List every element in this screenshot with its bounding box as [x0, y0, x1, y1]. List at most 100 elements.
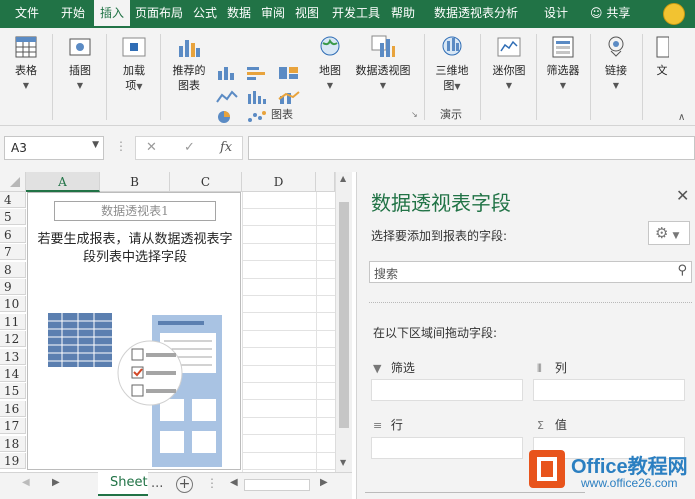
sparklines-button[interactable]: 迷你图 ▼: [486, 34, 532, 93]
map3d-label-2: 图: [443, 79, 455, 92]
tab-pivot-analyze[interactable]: 数据透视表分析: [428, 0, 524, 28]
row-header[interactable]: 7: [0, 244, 26, 261]
column-header-b[interactable]: B: [100, 172, 170, 192]
insert-function-icon[interactable]: fx: [220, 140, 232, 155]
prev-sheet-icon[interactable]: ◀: [22, 477, 30, 488]
column-header-d[interactable]: D: [242, 172, 316, 192]
name-box[interactable]: A3 ▼: [4, 136, 104, 160]
row-header[interactable]: 19: [0, 453, 26, 469]
line-chart-icon[interactable]: [216, 90, 238, 104]
map3d-button[interactable]: 三维地 图▼: [430, 34, 474, 94]
select-all-corner[interactable]: [0, 172, 26, 192]
field-list[interactable]: [369, 302, 692, 303]
column-chart-icon[interactable]: [216, 66, 238, 80]
row-header[interactable]: 16: [0, 400, 26, 417]
values-area-label: Σ 值: [537, 416, 567, 433]
filters-drop-area[interactable]: [371, 379, 523, 401]
tab-help[interactable]: 帮助: [386, 0, 420, 28]
statistic-chart-icon[interactable]: [246, 90, 268, 104]
rows-area-label: ≡ 行: [373, 416, 403, 433]
add-sheet-icon[interactable]: +: [176, 476, 193, 493]
formula-input[interactable]: [248, 136, 695, 160]
search-input[interactable]: 搜索 ⚲: [369, 261, 692, 283]
cancel-icon[interactable]: ✕: [146, 140, 157, 155]
illustrations-button[interactable]: 插图 ▼: [60, 34, 100, 93]
filters-button[interactable]: 筛选器 ▼: [542, 34, 584, 93]
scatter-chart-icon[interactable]: [246, 110, 268, 124]
map3d-icon: [439, 34, 465, 60]
recommended-charts-button[interactable]: 推荐的 图表: [166, 34, 212, 93]
row-header[interactable]: 12: [0, 331, 26, 348]
row-header[interactable]: 10: [0, 296, 26, 313]
column-header-e[interactable]: [316, 172, 335, 192]
map-button[interactable]: 地图 ▼: [314, 34, 346, 93]
addins-button[interactable]: 加载 项▼: [114, 34, 154, 94]
columns-area-label: ⦀ 列: [537, 359, 567, 376]
columns-label: 列: [554, 361, 567, 375]
tab-design[interactable]: 设计: [536, 0, 576, 28]
row-header[interactable]: 14: [0, 366, 26, 382]
tab-review[interactable]: 审阅: [256, 0, 290, 28]
row-header[interactable]: 4: [0, 192, 26, 208]
row-header[interactable]: 13: [0, 348, 26, 365]
horizontal-scrollbar[interactable]: [244, 479, 310, 491]
columns-drop-area[interactable]: [533, 379, 685, 401]
slicer-icon: [550, 34, 576, 60]
pane-settings-button[interactable]: ⚙ ▼: [648, 221, 690, 245]
tab-page-layout[interactable]: 页面布局: [130, 0, 188, 28]
feedback-smiley-icon[interactable]: [663, 3, 685, 25]
confirm-icon[interactable]: ✓: [184, 140, 195, 155]
addins-label-1: 加载: [123, 64, 145, 77]
tab-home[interactable]: 开始: [54, 0, 92, 28]
collapse-ribbon-icon[interactable]: ∧: [678, 112, 685, 123]
row-header[interactable]: 9: [0, 279, 26, 295]
divider: [106, 34, 107, 120]
resize-handle-icon[interactable]: ⋮: [115, 139, 127, 153]
pivot-table-placeholder[interactable]: 数据透视表1 若要生成报表，请从数据透视表字段列表中选择字段: [27, 192, 241, 470]
tab-view[interactable]: 视图: [290, 0, 324, 28]
close-icon[interactable]: ✕: [676, 186, 689, 205]
row-header[interactable]: 6: [0, 226, 26, 243]
row-header[interactable]: 5: [0, 209, 26, 226]
search-icon[interactable]: ⚲: [677, 263, 687, 278]
tab-file[interactable]: 文件: [8, 0, 46, 28]
tab-developer[interactable]: 开发工具: [326, 0, 386, 28]
table-icon: [13, 34, 39, 60]
pivotchart-button[interactable]: 数据透视图 ▼: [350, 34, 416, 93]
scroll-up-icon[interactable]: ▲: [340, 174, 346, 183]
pie-chart-icon[interactable]: [216, 110, 238, 124]
dialog-launcher-icon[interactable]: ↘: [411, 110, 418, 119]
row-header[interactable]: 8: [0, 261, 26, 278]
row-header[interactable]: 17: [0, 418, 26, 435]
bar-chart-icon[interactable]: [246, 66, 268, 80]
row-header[interactable]: 18: [0, 435, 26, 452]
table-button[interactable]: 表格 ▼: [6, 34, 46, 93]
next-sheet-icon[interactable]: ▶: [52, 477, 60, 488]
tab-formulas[interactable]: 公式: [188, 0, 222, 28]
sheet-tab[interactable]: Sheet1: [98, 472, 148, 496]
filters-label: 筛选: [390, 361, 415, 375]
more-sheets[interactable]: ...: [151, 476, 163, 491]
hierarchy-chart-icon[interactable]: [278, 66, 300, 80]
gridline: [243, 399, 335, 401]
vertical-scrollbar[interactable]: ▲ ▼: [335, 172, 352, 472]
rows-drop-area[interactable]: [371, 437, 523, 459]
scroll-left-icon[interactable]: ◀: [230, 477, 238, 488]
text-button[interactable]: 文: [652, 34, 672, 78]
pivot-table-name: 数据透视表1: [54, 201, 216, 221]
row-header[interactable]: 15: [0, 383, 26, 400]
scroll-right-icon[interactable]: ▶: [320, 477, 328, 488]
row-header[interactable]: 11: [0, 313, 26, 330]
scroll-thumb[interactable]: [339, 202, 349, 428]
column-header-c[interactable]: C: [170, 172, 242, 192]
tab-data[interactable]: 数据: [222, 0, 256, 28]
column-header-a[interactable]: A: [26, 172, 100, 192]
tab-insert[interactable]: 插入: [94, 0, 130, 28]
link-button[interactable]: 链接 ▼: [596, 34, 636, 93]
scroll-down-icon[interactable]: ▼: [340, 458, 346, 467]
chevron-down-icon[interactable]: ▼: [92, 140, 99, 150]
filters-area-label: ▼ 筛选: [373, 359, 415, 376]
resize-handle-icon[interactable]: ⋮: [206, 476, 218, 490]
combo-chart-icon[interactable]: [278, 90, 300, 104]
share-button[interactable]: ☺ 共享: [590, 0, 630, 28]
